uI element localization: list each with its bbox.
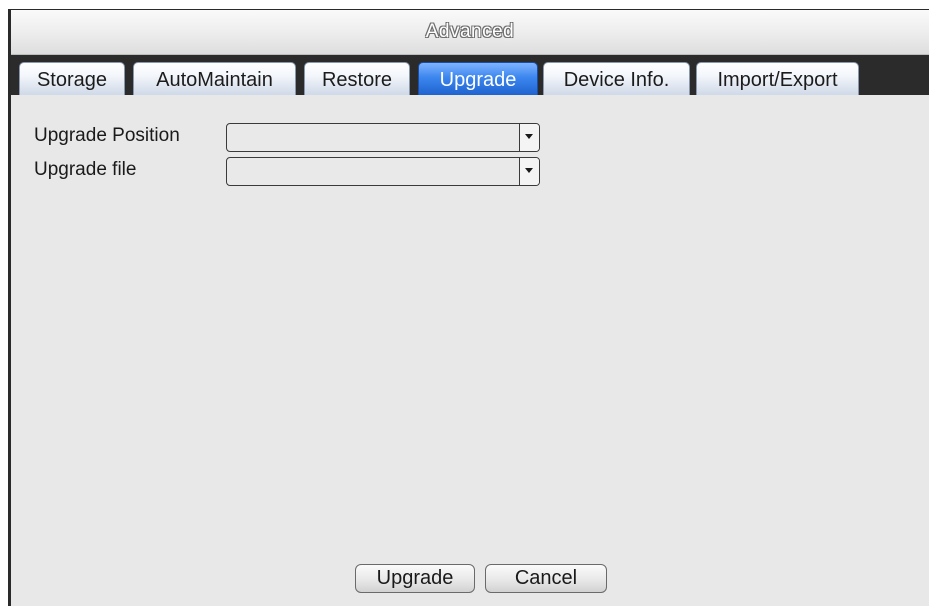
tab-device-info[interactable]: Device Info.	[543, 62, 690, 95]
tab-bar: Storage AutoMaintain Restore Upgrade Dev…	[11, 55, 929, 95]
window-title: Advanced	[425, 21, 515, 42]
upgrade-button[interactable]: Upgrade	[355, 564, 475, 593]
upgrade-file-dropdown-button[interactable]	[519, 158, 539, 185]
tab-storage[interactable]: Storage	[19, 62, 125, 95]
advanced-dialog: Advanced Storage AutoMaintain Restore Up…	[8, 9, 929, 606]
upgrade-panel: Upgrade Position Upgrade file Upgrade Ca…	[11, 95, 929, 606]
title-bar[interactable]: Advanced	[11, 10, 929, 55]
upgrade-position-select[interactable]	[226, 123, 540, 152]
upgrade-file-label: Upgrade file	[34, 159, 137, 180]
tab-upgrade[interactable]: Upgrade	[418, 62, 538, 95]
cancel-button[interactable]: Cancel	[485, 564, 607, 593]
upgrade-position-dropdown-button[interactable]	[519, 124, 539, 151]
chevron-down-icon	[525, 168, 533, 173]
tab-restore[interactable]: Restore	[304, 62, 410, 95]
upgrade-position-label: Upgrade Position	[34, 125, 180, 146]
upgrade-file-select[interactable]	[226, 157, 540, 186]
tab-automaintain[interactable]: AutoMaintain	[133, 62, 296, 95]
tab-import-export[interactable]: Import/Export	[696, 62, 859, 95]
chevron-down-icon	[525, 134, 533, 139]
